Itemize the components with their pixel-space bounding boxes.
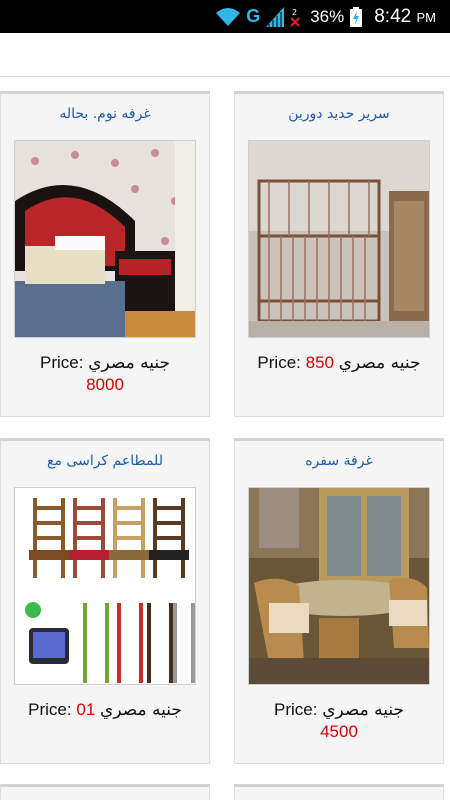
price-currency: جنيه مصري [100,700,182,720]
network-type: G [246,6,261,26]
metal-bunk-bed-photo [249,141,429,337]
bedroom-set-photo [15,141,195,337]
listing-card[interactable]: غرفه نوم. بحاله Price: جنيه مصري 8000 [0,91,210,417]
listing-title[interactable]: غرفة سفره [241,453,437,469]
listing-image[interactable] [14,140,196,338]
clock: 8:42 PM [374,5,436,27]
price-value: 850 [305,353,334,372]
listing-title[interactable]: غرفه نوم. بحاله [7,106,203,122]
price-currency: جنيه مصري [338,353,421,373]
status-bar: G 2 36% 8:42 PM [0,0,450,33]
price-label: Price: [39,353,84,372]
price-label: Price: [257,353,301,372]
listing-price: Price: جنيه مصري 4500 [241,699,437,743]
price-currency: جنيه مصري [322,700,405,720]
listing-title[interactable]: للمطاعم كراسى مع [7,453,203,469]
svg-text:2: 2 [292,8,297,17]
listing-card-partial[interactable] [0,784,210,800]
listing-card[interactable]: غرفة سفره Price: جنيه مصري 4500 [234,438,444,764]
signal-icon [266,6,285,27]
listing-image[interactable] [248,140,430,338]
listing-card[interactable]: للمطاعم كراسى مع Price: 01 جنيه مصري [0,438,210,764]
price-value: 8000 [86,375,124,394]
restaurant-chairs-photo [15,488,195,684]
dining-room-set-photo [249,488,429,684]
status-icons: G 2 36% 8:42 PM [216,4,436,29]
price-value: 4500 [320,722,358,741]
listing-card-partial[interactable] [234,784,444,800]
battery-percent: 36% [310,6,345,26]
listing-grid: سرير حديد دورين Price: 850 جنيه مصري غرف… [0,78,450,800]
price-label: Price: [28,700,72,719]
listing-price: Price: 850 جنيه مصري [241,352,437,374]
listing-title[interactable]: سرير حديد دورين [241,106,437,122]
listing-image[interactable] [14,487,196,685]
listing-price: Price: 01 جنيه مصري [7,699,203,721]
battery-charging-icon [350,6,363,27]
no-sim-icon: 2 [290,8,300,27]
price-label: Price: [273,700,318,719]
listing-price: Price: جنيه مصري 8000 [7,352,203,396]
price-value: 01 [76,700,96,719]
app-toolbar [0,33,450,77]
listing-image[interactable] [248,487,430,685]
price-currency: جنيه مصري [88,353,171,373]
listing-card[interactable]: سرير حديد دورين Price: 850 جنيه مصري [234,91,444,417]
wifi-icon [216,7,241,26]
